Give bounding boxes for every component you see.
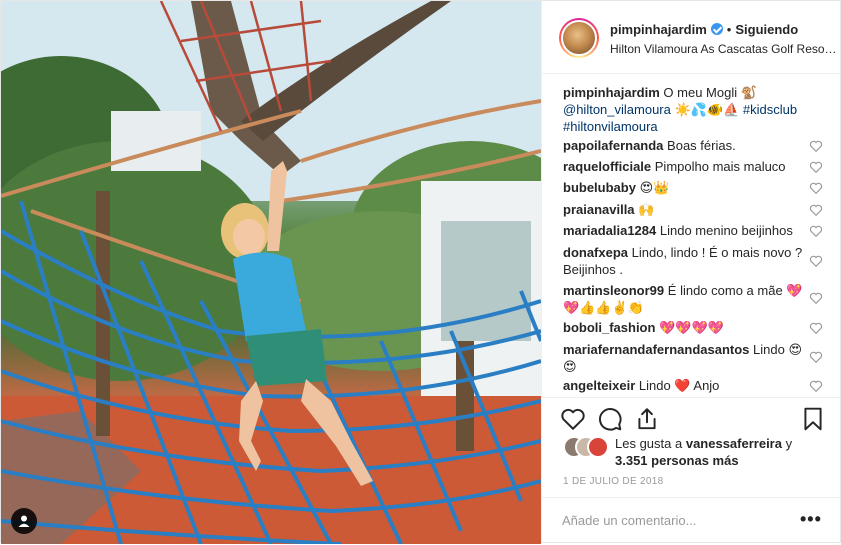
instagram-post: pimpinhajardim • Siguiendo Hilton Vilamour… — [0, 0, 841, 544]
likes-user[interactable]: vanessaferreira — [686, 436, 782, 451]
comment-text: 💖💖💖💖 — [659, 320, 724, 335]
comment-text: Pimpolho mais maluco — [654, 159, 786, 174]
comments-list[interactable]: pimpinhajardim O meu Mogli 🐒 @hilton_vil… — [542, 74, 841, 396]
comment-heart-icon[interactable] — [809, 203, 823, 217]
comment-text: Boas férias. — [667, 138, 736, 153]
comment-heart-icon[interactable] — [809, 321, 823, 335]
comment-icon[interactable] — [597, 406, 623, 432]
comment: mariadalia1284 Lindo menino beijinhos — [563, 222, 808, 239]
comment-username[interactable]: mariafernandafernandasantos — [563, 342, 749, 357]
post-photo[interactable] — [1, 1, 541, 544]
caption-hashtag[interactable]: #kidsclub — [743, 102, 797, 117]
comment-heart-icon[interactable] — [809, 254, 823, 268]
comment: martinsleonor99 É lindo como a mãe 💖💖👍👍✌… — [563, 282, 808, 316]
likes-prefix: Les gusta a — [615, 436, 683, 451]
post-header: pimpinhajardim • Siguiendo Hilton Vilamour… — [542, 1, 841, 74]
verified-badge-icon — [710, 23, 723, 35]
more-options-button[interactable]: ••• — [800, 509, 822, 530]
comment-heart-icon[interactable] — [809, 350, 823, 364]
comment-username[interactable]: raquelofficiale — [563, 159, 651, 174]
caption-mention[interactable]: @hilton_vilamoura — [563, 102, 671, 117]
caption: pimpinhajardim O meu Mogli 🐒 @hilton_vil… — [563, 84, 818, 135]
comment-username[interactable]: donafxepa — [563, 245, 628, 260]
likes-count[interactable]: 3.351 personas más — [615, 453, 739, 468]
likes-summary: Les gusta a vanessaferreira y 3.351 pers… — [615, 435, 830, 469]
user-tag-button[interactable] — [11, 508, 37, 534]
comment-heart-icon[interactable] — [809, 291, 823, 305]
bookmark-icon[interactable] — [800, 406, 826, 432]
share-icon[interactable] — [634, 406, 660, 432]
comment-username[interactable]: martinsleonor99 — [563, 283, 664, 298]
liker-avatar[interactable] — [587, 436, 609, 458]
comment-heart-icon[interactable] — [809, 224, 823, 238]
header-line: pimpinhajardim • Siguiendo — [610, 22, 798, 37]
comment: mariafernandafernandasantos Lindo 😍😍 — [563, 341, 808, 375]
comment: bubelubaby 😍👑 — [563, 179, 808, 196]
caption-emojis: ☀️💦🐠⛵ — [674, 102, 740, 117]
caption-username[interactable]: pimpinhajardim — [563, 85, 660, 100]
comment-username[interactable]: bubelubaby — [563, 180, 636, 195]
comment: angelteixeir Lindo ❤️ Anjo — [563, 377, 808, 394]
comment: boboli_fashion 💖💖💖💖 — [563, 319, 808, 336]
comment-heart-icon[interactable] — [809, 379, 823, 393]
comment-text: Lindo menino beijinhos — [659, 223, 793, 238]
comment-text: Lindo ❤️ Anjo — [638, 378, 720, 393]
comment-username[interactable]: boboli_fashion — [563, 320, 655, 335]
likes-middle: y — [785, 436, 793, 451]
comment: papoilafernanda Boas férias. — [563, 137, 808, 154]
comment-input[interactable] — [562, 510, 792, 530]
comment-username[interactable]: papoilafernanda — [563, 138, 663, 153]
post-side-panel: pimpinhajardim • Siguiendo Hilton Vilamour… — [541, 1, 841, 542]
post-actions: Les gusta a vanessaferreira y 3.351 pers… — [542, 397, 841, 544]
comment-username[interactable]: praianavilla — [563, 202, 635, 217]
comment-text: 😍👑 — [639, 180, 670, 195]
user-tag-icon — [18, 515, 30, 527]
comment-heart-icon[interactable] — [809, 160, 823, 174]
comment-username[interactable]: angelteixeir — [563, 378, 635, 393]
location-link[interactable]: Hilton Vilamoura As Cascatas Golf Reso… — [610, 42, 837, 56]
add-comment-bar: ••• — [542, 497, 841, 545]
photo-scene — [1, 1, 541, 544]
heart-icon[interactable] — [560, 406, 586, 432]
comment-username[interactable]: mariadalia1284 — [563, 223, 656, 238]
caption-hashtag[interactable]: #hiltonvilamoura — [563, 119, 658, 134]
comment: raquelofficiale Pimpolho mais maluco — [563, 158, 808, 175]
avatar[interactable] — [559, 18, 599, 58]
comment-heart-icon[interactable] — [809, 139, 823, 153]
comment-text: 🙌 — [638, 202, 655, 217]
header-username[interactable]: pimpinhajardim — [610, 22, 707, 37]
caption-text: O meu Mogli 🐒 — [663, 85, 757, 100]
follow-button[interactable]: Siguiendo — [735, 22, 798, 37]
header-separator: • — [726, 22, 732, 37]
comment-heart-icon[interactable] — [809, 181, 823, 195]
comment: donafxepa Lindo, lindo ! É o mais novo ?… — [563, 244, 808, 278]
comment: praianavilla 🙌 — [563, 201, 808, 218]
post-date[interactable]: 1 DE JULIO DE 2018 — [563, 476, 663, 487]
